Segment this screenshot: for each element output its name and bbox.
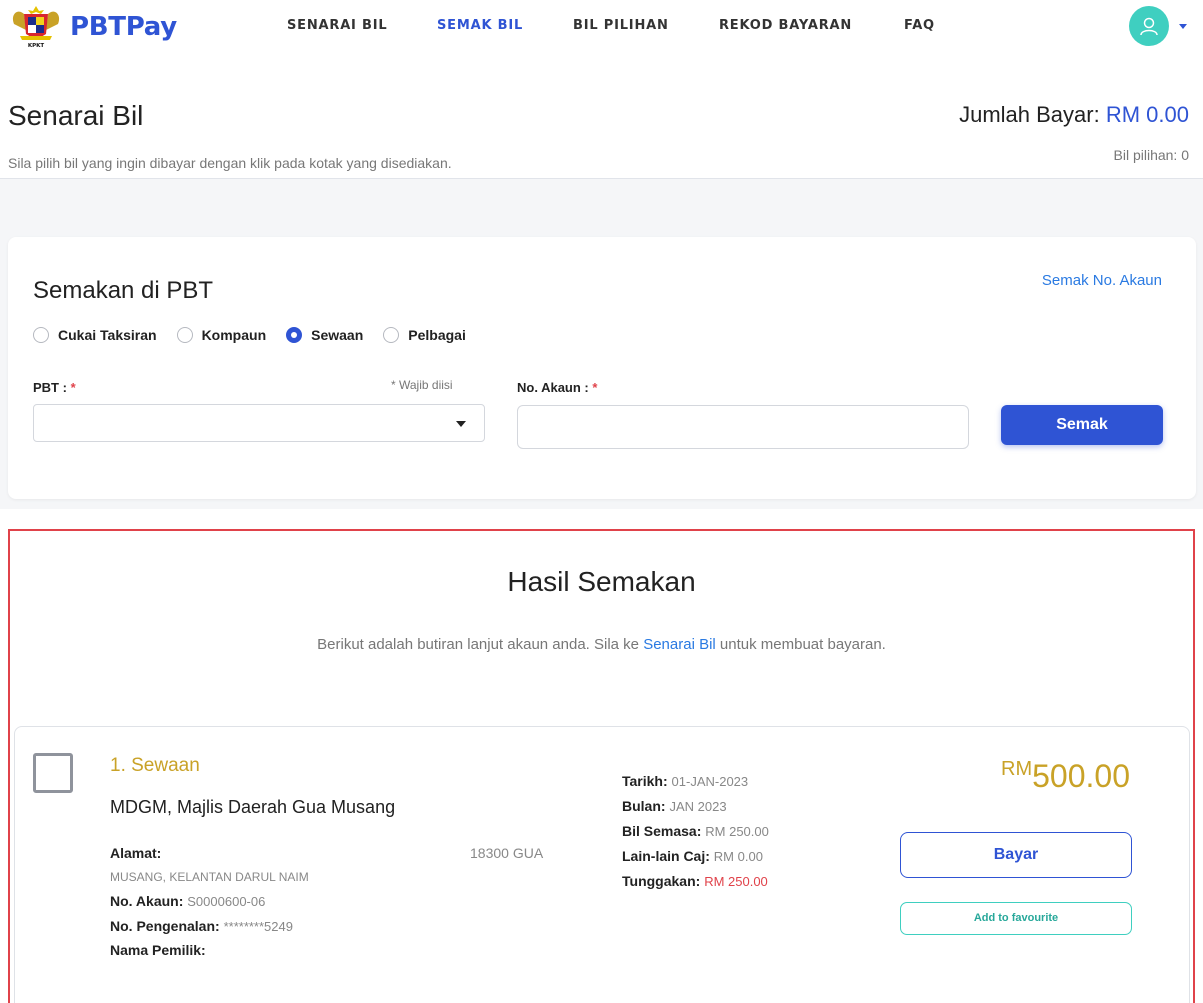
bill-card: 1. Sewaan MDGM, Majlis Daerah Gua Musang…: [14, 726, 1190, 1003]
current-bill-label: Bil Semasa:: [622, 823, 702, 839]
radio-dot[interactable]: [33, 327, 49, 343]
amount-value: 500.00: [1032, 758, 1130, 794]
pbt-select[interactable]: [33, 404, 485, 442]
crest-label: KPKT: [28, 43, 45, 49]
check-account-link[interactable]: Semak No. Akaun: [1042, 272, 1162, 289]
current-bill-row: Bil Semasa: RM 250.00: [622, 823, 769, 839]
search-title: Semakan di PBT: [33, 277, 214, 304]
chevron-down-icon[interactable]: [1179, 24, 1187, 29]
account-no-value: S0000600-06: [187, 894, 266, 909]
nav-senarai-bil[interactable]: SENARAI BIL: [287, 18, 387, 33]
pay-button[interactable]: Bayar: [900, 832, 1132, 878]
nav-bil-pilihan[interactable]: BIL PILIHAN: [573, 18, 669, 33]
month-value: JAN 2023: [669, 799, 727, 814]
owner-label: Nama Pemilik:: [110, 942, 206, 958]
nav-rekod-bayaran[interactable]: REKOD BAYARAN: [719, 18, 852, 33]
semak-button[interactable]: Semak: [1001, 405, 1163, 445]
results-desc-text: untuk membuat bayaran.: [719, 636, 886, 653]
month-row: Bulan: JAN 2023: [622, 798, 727, 814]
bill-type-radios: Cukai Taksiran Kompaun Sewaan Pelbagai: [33, 327, 486, 343]
total-amount: RM 0.00: [1105, 102, 1189, 127]
account-label: No. Akaun : *: [517, 380, 597, 395]
brand-name: PBTPay: [70, 12, 177, 42]
selected-bill-count: Bil pilihan: 0: [1113, 147, 1190, 163]
date-label: Tarikh:: [622, 773, 668, 789]
bill-checkbox[interactable]: [33, 753, 73, 793]
search-card: Semakan di PBT Semak No. Akaun Cukai Tak…: [8, 237, 1196, 499]
id-label: No. Pengenalan:: [110, 918, 220, 934]
radio-label: Kompaun: [201, 327, 267, 343]
pbt-label: PBT : *: [33, 380, 76, 395]
nav-semak-bil[interactable]: SEMAK BIL: [437, 18, 523, 33]
date-value: 01-JAN-2023: [671, 774, 749, 789]
account-row: No. Akaun: S0000600-06: [110, 893, 265, 909]
other-charges-value: RM 0.00: [713, 849, 763, 864]
current-bill-value: RM 250.00: [705, 824, 769, 839]
radio-label: Sewaan: [311, 327, 364, 343]
radio-dot[interactable]: [286, 327, 303, 343]
arrears-value: RM 250.00: [704, 874, 768, 889]
results-desc-text: Berikut adalah butiran lanjut akaun anda…: [317, 636, 640, 653]
address-label: Alamat:: [110, 845, 162, 861]
amount-currency: RM: [1001, 758, 1033, 780]
arrears-row: Tunggakan: RM 250.00: [622, 873, 768, 889]
add-to-favourite-button[interactable]: Add to favourite: [900, 902, 1132, 935]
id-value: ********5249: [223, 919, 293, 934]
chevron-down-icon: [456, 421, 466, 427]
radio-dot[interactable]: [383, 327, 400, 343]
id-row: No. Pengenalan: ********5249: [110, 918, 293, 934]
bill-organization: MDGM, Majlis Daerah Gua Musang: [110, 797, 396, 817]
other-charges-row: Lain-lain Caj: RM 0.00: [622, 848, 763, 864]
user-avatar[interactable]: [1129, 6, 1169, 46]
results-description: Berikut adalah butiran lanjut akaun anda…: [10, 636, 1193, 653]
radio-pelbagai[interactable]: Pelbagai: [383, 327, 466, 343]
required-mark: *: [592, 380, 598, 395]
logo[interactable]: KPKT PBTPay: [8, 4, 177, 50]
account-no-label: No. Akaun:: [110, 893, 184, 909]
required-note: * Wajib diisi: [391, 378, 453, 392]
page-title: Senarai Bil: [8, 100, 144, 131]
user-icon: [1140, 17, 1158, 36]
page-subtitle: Sila pilih bil yang ingin dibayar dengan…: [8, 155, 452, 171]
address-row: Alamat:: [110, 845, 161, 861]
address-value-1: 18300 GUA: [470, 845, 544, 861]
date-row: Tarikh: 01-JAN-2023: [622, 773, 748, 789]
radio-sewaan[interactable]: Sewaan: [286, 327, 363, 343]
radio-kompaun[interactable]: Kompaun: [176, 327, 267, 343]
results-title: Hasil Semakan: [507, 566, 696, 597]
arrears-label: Tunggakan:: [622, 873, 701, 889]
account-label-text: No. Akaun :: [517, 380, 589, 395]
total-payment: Jumlah Bayar: RM 0.00: [959, 102, 1189, 128]
radio-label: Pelbagai: [408, 327, 466, 343]
owner-row: Nama Pemilik:: [110, 942, 206, 958]
total-label: Jumlah Bayar:: [959, 102, 1100, 127]
radio-label: Cukai Taksiran: [58, 327, 157, 343]
pbt-label-text: PBT :: [33, 380, 67, 395]
address-value-2: MUSANG, KELANTAN DARUL NAIM: [110, 870, 309, 884]
radio-dot[interactable]: [176, 327, 193, 343]
senarai-bil-link[interactable]: Senarai Bil: [643, 636, 716, 653]
results-section: Hasil Semakan Berikut adalah butiran lan…: [8, 529, 1195, 1003]
navbar: KPKT PBTPay SENARAI BIL SEMAK BIL BIL PI…: [0, 0, 1203, 56]
other-charges-label: Lain-lain Caj:: [622, 848, 710, 864]
nav-faq[interactable]: FAQ: [904, 18, 935, 33]
malaysia-crest-icon: KPKT: [12, 6, 60, 49]
month-label: Bulan:: [622, 798, 666, 814]
bill-amount: RM500.00: [880, 758, 1130, 795]
required-mark: *: [70, 380, 76, 395]
bill-title: 1. Sewaan: [110, 755, 200, 776]
radio-cukai-taksiran[interactable]: Cukai Taksiran: [33, 327, 157, 343]
account-input[interactable]: [517, 405, 969, 449]
